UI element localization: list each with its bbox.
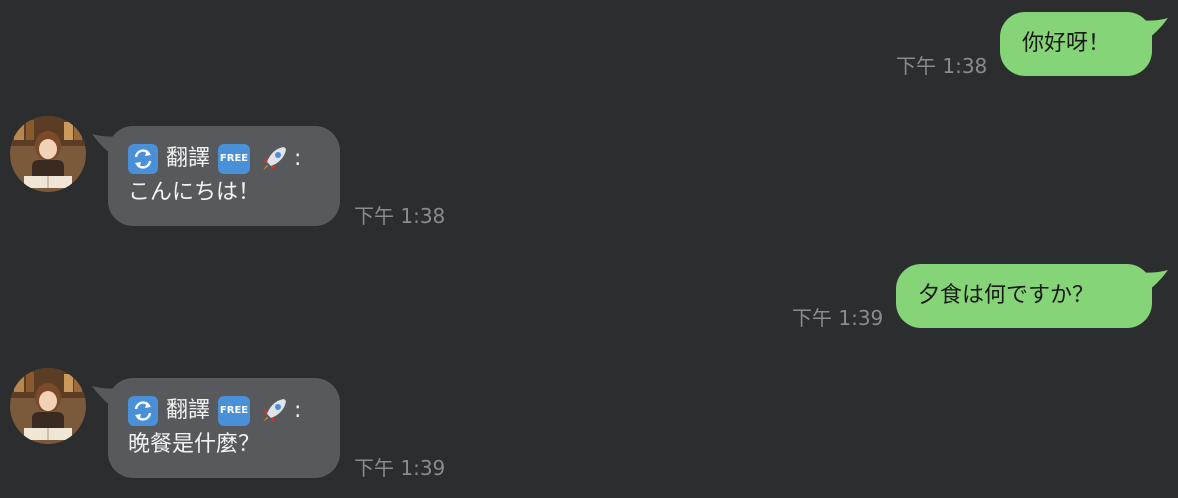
message-timestamp: 下午 1:39 — [792, 306, 884, 330]
header-colon: : — [294, 146, 302, 171]
translation-header: 翻譯 FREE : — [128, 394, 320, 428]
outgoing-bubble[interactable]: 夕食は何ですか？ — [896, 264, 1152, 328]
message-text: こんにちは！ — [128, 180, 261, 205]
bot-avatar[interactable] — [10, 116, 86, 192]
chat-thread: 下午 1:38 你好呀！ 翻譯 FREE: こんにちは！ 下午 1:38 下午… — [0, 0, 1178, 498]
translation-label: 翻譯 — [166, 398, 211, 423]
free-badge-icon: FREE — [218, 144, 251, 174]
outgoing-bubble[interactable]: 你好呀！ — [1000, 12, 1152, 76]
header-colon: : — [294, 398, 302, 423]
translate-refresh-icon — [128, 396, 158, 426]
free-badge-icon: FREE — [218, 396, 251, 426]
rocket-icon — [263, 399, 287, 422]
message-timestamp: 下午 1:38 — [896, 54, 988, 78]
rocket-icon — [263, 147, 287, 170]
translation-header: 翻譯 FREE : — [128, 142, 320, 176]
message-text: 晚餐是什麼？ — [128, 432, 261, 457]
message-text: 你好呀！ — [1022, 31, 1111, 56]
translation-label: 翻譯 — [166, 146, 211, 171]
bot-avatar[interactable] — [10, 368, 86, 444]
translate-refresh-icon — [128, 144, 158, 174]
incoming-bubble[interactable]: 翻譯 FREE : こんにちは！ — [108, 126, 340, 226]
message-timestamp: 下午 1:38 — [354, 204, 446, 228]
message-timestamp: 下午 1:39 — [354, 456, 446, 480]
incoming-bubble[interactable]: 翻譯 FREE : 晚餐是什麼？ — [108, 378, 340, 478]
message-text: 夕食は何ですか？ — [918, 283, 1095, 308]
